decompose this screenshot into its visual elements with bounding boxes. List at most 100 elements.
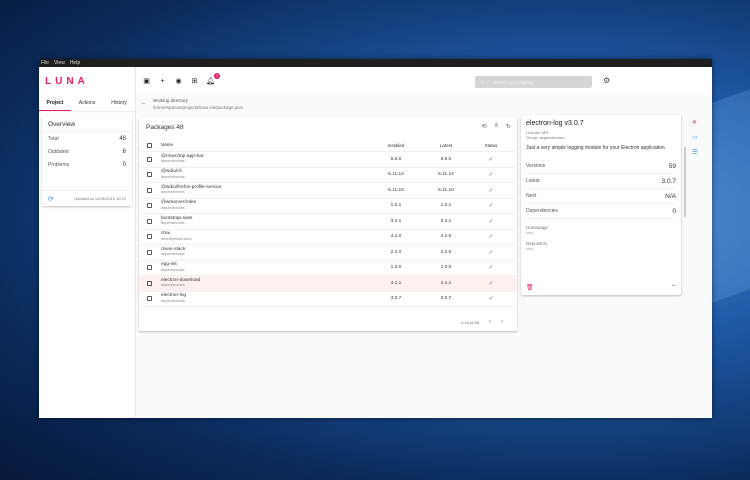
package-name: clean-stack: [161, 246, 186, 252]
select-all-checkbox[interactable]: [147, 142, 152, 148]
delete-icon[interactable]: 🗑︎: [526, 284, 534, 291]
package-name: @wdio/firefox-profile-service: [161, 184, 222, 190]
pagination: 1-10 of 48 ‹ ›: [461, 319, 503, 325]
globe-icon[interactable]: ◉: [174, 77, 183, 85]
col-status[interactable]: Status: [471, 143, 511, 148]
add-icon[interactable]: +: [158, 78, 167, 85]
overview-value: 0: [122, 161, 126, 168]
row-checkbox[interactable]: [147, 265, 152, 271]
prev-page-icon[interactable]: ‹: [489, 319, 491, 325]
table-row[interactable]: electron-log dependencies 3.0.7 3.0.7 ✓: [139, 292, 517, 307]
close-icon[interactable]: ✕: [692, 119, 698, 126]
row-checkbox[interactable]: [147, 280, 152, 286]
table-row[interactable]: clean-stack dependencies 2.2.0 2.2.0 ✓: [139, 245, 517, 261]
package-name-cell: @wdio/firefox-profile-service dependencie…: [161, 185, 371, 196]
package-group: devDependencies: [161, 236, 192, 241]
overview-value: 48: [119, 135, 126, 142]
latest-version: 1.0.0: [440, 265, 452, 271]
working-directory-label: Working directory: [153, 98, 188, 103]
tab-project[interactable]: Project: [39, 95, 71, 111]
stat-value: 59: [668, 162, 676, 170]
package-name-cell: electron-log dependencies: [161, 293, 371, 304]
back-arrow-icon[interactable]: ←: [141, 100, 147, 106]
menu-file[interactable]: File: [41, 59, 49, 67]
latest-version: 4.2.0: [440, 234, 452, 240]
next-page-icon[interactable]: ›: [501, 319, 503, 325]
packages-card: Packages 48 ⟲ ≡ ↻ Name Installed Latest …: [139, 117, 517, 331]
list-icon[interactable]: ☰: [692, 149, 698, 156]
row-checkbox[interactable]: [147, 156, 152, 162]
package-title: electron-log v3.0.7: [526, 120, 584, 127]
working-directory: ← Working directory /home/spanos/project…: [141, 98, 243, 110]
table-row[interactable]: egg-init dependencies 1.0.0 1.0.0 ✓: [139, 261, 517, 276]
package-group: dependencies: [161, 252, 185, 257]
package-name: @wrserver/roles: [161, 200, 196, 206]
table-row[interactable]: @rmwc/top-app-bar dependencies 5.6.0 5.6.0 ✓: [139, 152, 517, 168]
stat-value: 3.0.7: [661, 177, 676, 185]
luna-app-window: File View Help LUNA Project Actions Hist…: [39, 59, 712, 418]
notifications-icon[interactable]: 🔔︎ 3: [206, 73, 220, 85]
table-row[interactable]: @wdio/firefox-profile-service dependencie…: [139, 183, 517, 199]
package-name-cell: egg-init dependencies: [161, 262, 371, 273]
refresh-icon[interactable]: ↻: [506, 123, 511, 130]
table-row[interactable]: chai devDependencies 4.2.0 4.2.0 ✓: [139, 230, 517, 245]
latest-version: 5.6.0: [440, 156, 452, 162]
row-checkbox[interactable]: [147, 172, 152, 178]
folder-open-icon[interactable]: ▣: [142, 77, 151, 85]
package-group: dependencies: [161, 190, 185, 195]
add-box-icon[interactable]: ⊞: [190, 77, 199, 85]
row-checkbox[interactable]: [147, 296, 152, 302]
stat-next: Next N/A: [526, 189, 676, 204]
col-latest[interactable]: Latest: [421, 143, 471, 148]
packages-header: Packages 48 ⟲ ≡ ↻: [139, 117, 517, 137]
main-content: ← Working directory /home/spanos/project…: [136, 95, 712, 418]
latest-version: 2.2.0: [440, 249, 452, 255]
stat-label: Latest: [526, 178, 540, 184]
package-details-card: electron-log v3.0.7 License: MIT Group: …: [521, 115, 681, 295]
status-check-icon: ✓: [488, 265, 494, 272]
chevron-up-icon[interactable]: ⌃: [671, 284, 676, 291]
installed-version: 2.2.0: [390, 249, 402, 255]
stat-latest: Latest 3.0.7: [526, 174, 676, 189]
row-checkbox[interactable]: [147, 218, 152, 224]
table-row[interactable]: bootstrap-sass dependencies 3.4.1 3.4.1 ✓: [139, 214, 517, 230]
overview-outdated: Outdated 6: [42, 145, 132, 158]
status-check-icon: ✓: [488, 203, 494, 210]
tab-history[interactable]: History: [103, 95, 135, 111]
installed-version: 1.0.0: [390, 265, 402, 271]
installed-version: 4.2.0: [390, 234, 402, 240]
overview-problems: Problems 0: [42, 158, 132, 171]
sidebar: LUNA Project Actions History Overview To…: [39, 67, 136, 418]
folder-icon[interactable]: ▭: [692, 134, 698, 141]
row-checkbox[interactable]: [147, 249, 152, 255]
col-installed[interactable]: Installed: [371, 143, 421, 148]
repository-link[interactable]: visit: [526, 246, 676, 251]
latest-version: 3.4.1: [440, 218, 452, 224]
stat-dependencies: Dependencies 0: [526, 204, 676, 219]
refresh-icon[interactable]: ⟳: [48, 195, 54, 203]
row-checkbox[interactable]: [147, 187, 152, 193]
filter-icon[interactable]: ≡: [494, 123, 498, 130]
tab-actions[interactable]: Actions: [71, 95, 103, 111]
homepage-link[interactable]: visit: [526, 230, 676, 235]
menu-view[interactable]: View: [54, 59, 65, 67]
latest-version: 3.0.7: [440, 296, 452, 302]
stat-value: 0: [672, 207, 676, 215]
status-check-icon: ✓: [488, 187, 494, 194]
package-name-cell: clean-stack dependencies: [161, 247, 371, 258]
settings-icon[interactable]: ⚙: [603, 76, 610, 85]
status-check-icon: ✓: [488, 218, 494, 225]
sync-icon[interactable]: ⟲: [481, 123, 486, 130]
package-group: dependencies: [161, 267, 185, 272]
menu-help[interactable]: Help: [70, 59, 80, 67]
table-row[interactable]: @wrserver/roles dependencies 1.0.1 1.0.1 ✓: [139, 199, 517, 214]
search-input[interactable]: ⌕ Search npm registry: [475, 76, 592, 88]
table-row[interactable]: @wdio/cli dependencies 5.11.14 5.11.14 ✓: [139, 168, 517, 183]
col-name[interactable]: Name: [161, 142, 371, 148]
details-scrollbar[interactable]: [684, 147, 686, 217]
sidebar-tabs: Project Actions History: [39, 95, 135, 112]
table-row[interactable]: electron-download dependencies 4.1.1 4.1.1 ✓: [139, 276, 517, 292]
row-checkbox[interactable]: [147, 234, 152, 240]
package-name: chai: [161, 231, 170, 237]
row-checkbox[interactable]: [147, 203, 152, 209]
